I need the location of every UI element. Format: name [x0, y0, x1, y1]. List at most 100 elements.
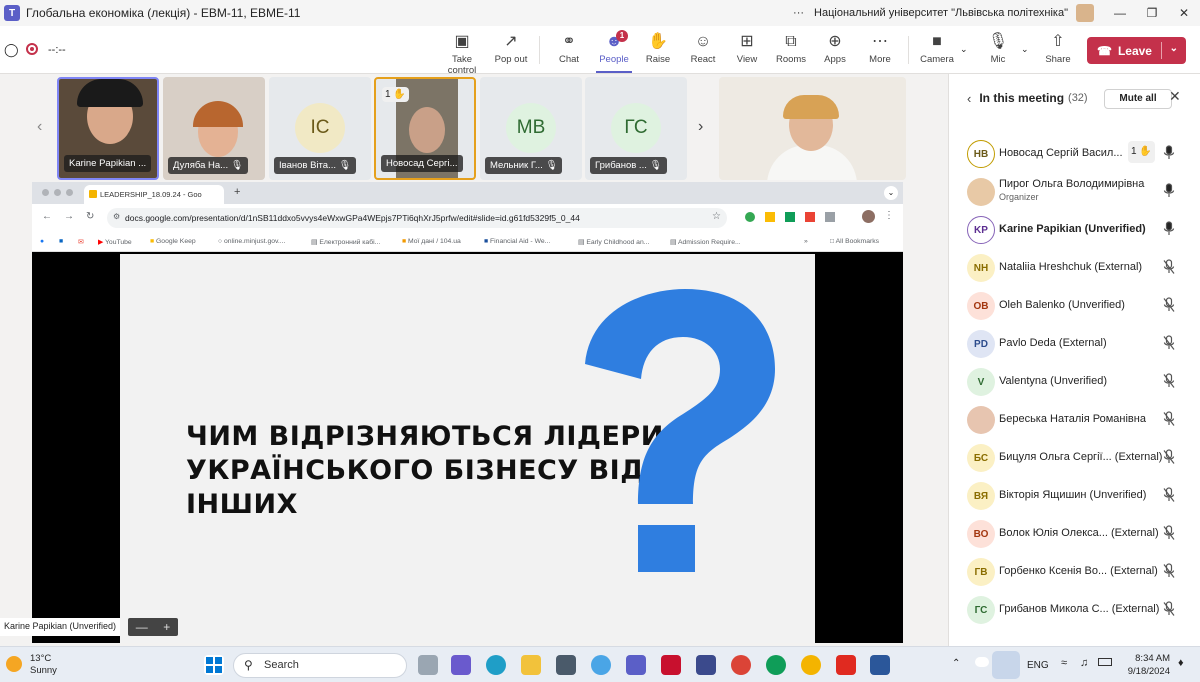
chrome-icon[interactable]	[801, 655, 821, 675]
account-avatar[interactable]	[1076, 4, 1094, 22]
participant-row[interactable]: KP Karine Papikian (Unverified)	[949, 212, 1200, 250]
camera-button[interactable]: ■ Camera	[913, 30, 961, 65]
extension-icon[interactable]	[745, 212, 755, 222]
take-control-button[interactable]: ▣ Take control	[438, 30, 486, 76]
back-arrow-icon[interactable]: ←	[42, 211, 52, 222]
minimize-icon[interactable]: —	[1104, 6, 1136, 20]
share-button[interactable]: ⇧ Share	[1034, 30, 1082, 65]
participant-row[interactable]: V Valentyna (Unverified)	[949, 364, 1200, 402]
shared-screen[interactable]: LEADERSHIP_18.09.24 - Goo + ⌄ ← → ↻ ⚙ do…	[32, 182, 903, 643]
tab-menu-chevron-icon[interactable]: ⌄	[884, 186, 898, 200]
participant-row[interactable]: Береська Наталія Романівна	[949, 402, 1200, 440]
view-button[interactable]: ⊞ View	[723, 30, 771, 65]
mic-options-chevron-icon[interactable]: ⌄	[1021, 44, 1029, 55]
more-options-button[interactable]: ···	[793, 7, 804, 19]
speaker-icon[interactable]: ♫	[1080, 657, 1088, 669]
close-window-icon[interactable]: ✕	[1168, 6, 1200, 20]
video-tile[interactable]: Дуляба На... 🎙	[163, 77, 265, 180]
leave-options-chevron-icon[interactable]: ⌄	[1170, 43, 1178, 54]
battery-icon[interactable]	[1098, 658, 1112, 666]
react-button[interactable]: ☺ React	[679, 30, 727, 65]
clock[interactable]: 8:34 AM 9/18/2024	[1128, 652, 1170, 678]
task-view-icon[interactable]	[418, 655, 438, 675]
forward-arrow-icon[interactable]: →	[64, 211, 74, 222]
bookmark-star-icon[interactable]: ☆	[712, 211, 721, 222]
zoom-out-button[interactable]: —	[136, 620, 148, 634]
word-icon[interactable]	[870, 655, 890, 675]
participant-row[interactable]: OB Oleh Balenko (Unverified)	[949, 288, 1200, 326]
gmail-icon[interactable]: ✉	[78, 238, 84, 246]
camera-options-chevron-icon[interactable]: ⌄	[960, 44, 968, 55]
chat-button[interactable]: ⚭ Chat	[545, 30, 593, 65]
bookmark-item[interactable]: ■ Google Keep	[150, 238, 196, 245]
bookmark-item[interactable]: ■ Мої дані / 104.ua	[402, 238, 461, 245]
file-explorer-icon[interactable]	[521, 655, 541, 675]
profile-avatar[interactable]	[862, 210, 875, 223]
bookmark-item[interactable]: ▤ Admission Require...	[670, 238, 741, 246]
muted-microphone-icon[interactable]	[1162, 487, 1176, 503]
chevron-left-icon[interactable]: ‹	[37, 118, 42, 136]
restore-icon[interactable]: ❐	[1136, 6, 1168, 20]
bookmark-item[interactable]: ▤ Електронний кабі...	[311, 238, 380, 246]
bookmark-item[interactable]: ▶ YouTube	[98, 238, 132, 246]
participant-row[interactable]: ВЯ Вікторія Ящишин (Unverified)	[949, 478, 1200, 516]
app-icon[interactable]	[696, 655, 716, 675]
muted-microphone-icon[interactable]	[1162, 601, 1176, 617]
close-panel-icon[interactable]: ✕	[1169, 88, 1181, 105]
all-bookmarks[interactable]: □ All Bookmarks	[830, 238, 879, 245]
extension-icon[interactable]	[785, 212, 795, 222]
mcafee-icon[interactable]	[661, 655, 681, 675]
linkedin-icon[interactable]: ■	[59, 238, 63, 245]
start-icon[interactable]	[204, 655, 224, 675]
muted-microphone-icon[interactable]	[1162, 563, 1176, 579]
mute-all-button[interactable]: Mute all	[1104, 89, 1172, 109]
participant-row[interactable]: NH Nataliia Hreshchuk (External)	[949, 250, 1200, 288]
muted-microphone-icon[interactable]	[1162, 297, 1176, 313]
pop-out-button[interactable]: ↗ Pop out	[487, 30, 535, 65]
new-tab-icon[interactable]: +	[234, 186, 240, 198]
taskbar-search[interactable]: ⚲ Search	[233, 653, 407, 678]
back-chevron-icon[interactable]: ‹	[967, 91, 971, 106]
video-tile[interactable]: Karine Papikian ...	[57, 77, 159, 180]
extension-icon[interactable]	[805, 212, 815, 222]
video-tile[interactable]: ІС Іванов Віта... 🎙	[269, 77, 371, 180]
bookmark-item[interactable]: ■ Financial Aid - We...	[484, 238, 550, 245]
video-tile[interactable]: МВ Мельник Г... 🎙	[480, 77, 582, 180]
participant-row[interactable]: ГС Грибанов Микола С... (External)	[949, 592, 1200, 630]
browser-tab[interactable]: LEADERSHIP_18.09.24 - Goo	[84, 185, 224, 204]
language-indicator[interactable]: ENG	[1027, 660, 1049, 671]
chrome-icon[interactable]	[731, 655, 751, 675]
participant-row[interactable]: НВ Новосад Сергій Васил... 1 ✋	[949, 136, 1200, 174]
wifi-icon[interactable]: ≈	[1061, 657, 1067, 669]
browser-menu-icon[interactable]: ⋮	[884, 210, 894, 221]
participant-row[interactable]: ГВ Горбенко Ксенія Во... (External)	[949, 554, 1200, 592]
muted-microphone-icon[interactable]	[1162, 373, 1176, 389]
leave-button[interactable]: ☎ Leave ⌄	[1087, 37, 1186, 64]
url-field[interactable]: ⚙ docs.google.com/presentation/d/1nSB11d…	[107, 208, 727, 228]
mic-tray-icon[interactable]	[992, 651, 1020, 679]
teams-icon[interactable]	[626, 655, 646, 675]
muted-microphone-icon[interactable]	[1162, 335, 1176, 351]
bookmarks-overflow-icon[interactable]: »	[804, 238, 808, 245]
reload-icon[interactable]: ↻	[86, 211, 94, 222]
weather-widget[interactable]: 13°C Sunny	[6, 653, 57, 677]
chrome-icon[interactable]	[766, 655, 786, 675]
muted-microphone-icon[interactable]	[1162, 411, 1176, 427]
video-tile[interactable]: ГС Грибанов ... 🎙	[585, 77, 687, 180]
edge-icon[interactable]	[486, 655, 506, 675]
microphone-icon[interactable]	[1162, 183, 1176, 199]
bookmark-item[interactable]: ○ online.minjust.gov....	[218, 238, 285, 245]
muted-microphone-icon[interactable]	[1162, 449, 1176, 465]
video-tile[interactable]: 1 ✋ Новосад Сергі...	[374, 77, 476, 180]
bookmark-item[interactable]: ▤ Early Childhood an...	[578, 238, 649, 246]
rooms-button[interactable]: ⧉ Rooms	[767, 30, 815, 65]
app-icon[interactable]	[591, 655, 611, 675]
raise-hand-button[interactable]: ✋ Raise	[634, 30, 682, 65]
store-icon[interactable]	[556, 655, 576, 675]
copilot-icon[interactable]	[451, 655, 471, 675]
mic-button[interactable]: 🎙 Mic	[974, 30, 1022, 65]
microphone-icon[interactable]	[1162, 221, 1176, 237]
extension-icon[interactable]	[825, 212, 835, 222]
people-button[interactable]: ☻ 1 People	[590, 30, 638, 73]
more-button[interactable]: ⋯ More	[856, 30, 904, 65]
